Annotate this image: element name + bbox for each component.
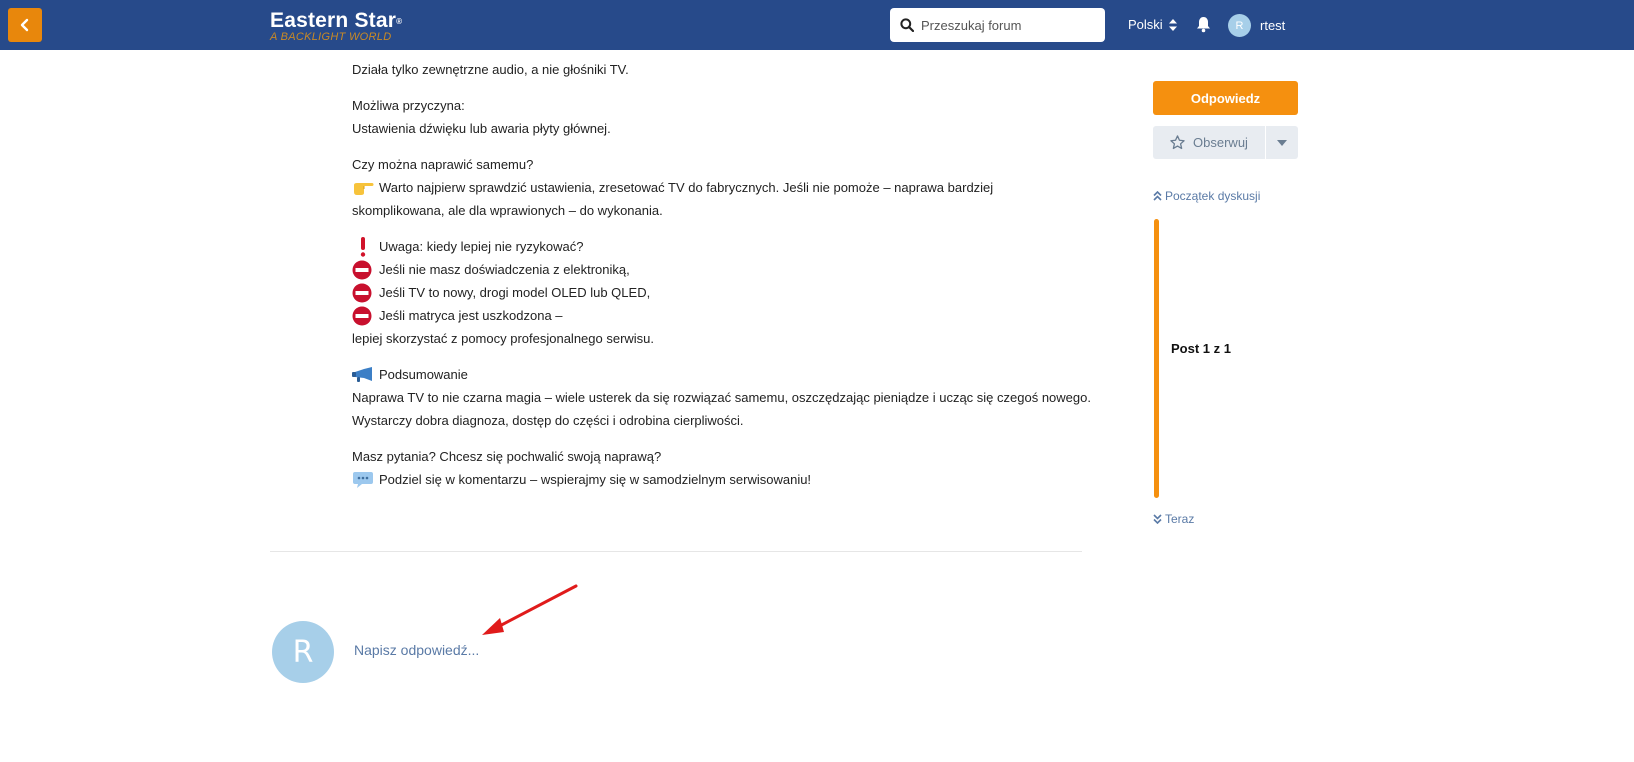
no-entry-icon [352, 306, 374, 326]
post-body: Działa tylko zewnętrzne audio, a nie gło… [352, 58, 1092, 504]
search-input[interactable] [921, 17, 1091, 33]
follow-label: Obserwuj [1193, 135, 1248, 150]
post-text: Czy można naprawić samemu? [352, 157, 534, 172]
exclamation-icon [352, 236, 374, 257]
site-logo[interactable]: Eastern Star® A BACKLIGHT WORLD [270, 10, 420, 44]
post-text: Warto najpierw sprawdzić ustawienia, zre… [379, 180, 994, 195]
chevron-left-icon [20, 18, 29, 32]
caret-down-icon [1277, 139, 1287, 146]
post-text: Jeśli TV to nowy, drogi model OLED lub Q… [379, 285, 651, 300]
post-divider [270, 551, 1082, 552]
post-text: Masz pytania? Chcesz się pochwalić swoją… [352, 449, 662, 464]
follow-button[interactable]: Obserwuj [1153, 126, 1265, 159]
notifications-button[interactable] [1196, 16, 1211, 38]
username: rtest [1260, 18, 1286, 33]
language-selector[interactable]: Polski [1128, 17, 1177, 32]
top-header: Eastern Star® A BACKLIGHT WORLD Polski R… [0, 0, 1634, 50]
scrubber-handle[interactable] [1154, 219, 1159, 498]
double-chevron-down-icon [1153, 514, 1162, 524]
double-chevron-up-icon [1153, 191, 1162, 201]
post-text: skomplikowana, ale dla wprawionych – do … [352, 203, 663, 218]
search-box[interactable] [890, 8, 1105, 42]
reply-avatar: R [272, 621, 334, 683]
post-paragraph: Możliwa przyczyna: Ustawienia dźwięku lu… [352, 94, 1092, 140]
language-label: Polski [1128, 17, 1163, 32]
follow-dropdown-button[interactable] [1266, 126, 1298, 159]
speech-bubble-icon [352, 470, 374, 490]
no-entry-icon [352, 283, 374, 303]
post-text: Podsumowanie [379, 367, 468, 382]
logo-title: Eastern Star [270, 9, 397, 32]
star-icon [1170, 135, 1185, 150]
reply-button[interactable]: Odpowiedz [1153, 81, 1298, 115]
post-text: Możliwa przyczyna: [352, 98, 465, 113]
scrubber-last-label: Teraz [1165, 512, 1195, 526]
scrubber-first-label: Początek dyskusji [1165, 189, 1261, 203]
annotation-arrow-icon [482, 584, 578, 635]
bell-icon [1197, 17, 1210, 33]
back-button[interactable] [8, 8, 42, 42]
post-text: Podziel się w komentarzu – wspierajmy si… [379, 472, 812, 487]
scrubber-last[interactable]: Teraz [1153, 512, 1194, 526]
logo-tagline: A BACKLIGHT WORLD [270, 31, 392, 43]
registered-mark: ® [396, 17, 403, 26]
sort-arrows-icon [1168, 18, 1177, 31]
post-paragraph: Masz pytania? Chcesz się pochwalić swoją… [352, 445, 1092, 491]
post-text: lepiej skorzystać z pomocy profesjonalne… [352, 331, 655, 346]
megaphone-icon [352, 365, 374, 385]
post-text: Naprawa TV to nie czarna magia – wiele u… [352, 390, 1091, 405]
user-avatar: R [1228, 14, 1251, 37]
pointing-hand-icon [352, 178, 374, 198]
post-text: Uwaga: kiedy lepiej nie ryzykować? [379, 239, 584, 254]
post-text: Jeśli nie masz doświadczenia z elektroni… [379, 262, 630, 277]
post-text: Działa tylko zewnętrzne audio, a nie gło… [352, 62, 629, 77]
no-entry-icon [352, 260, 374, 280]
post-paragraph: Podsumowanie Naprawa TV to nie czarna ma… [352, 363, 1092, 432]
scrubber-position-label: Post 1 z 1 [1171, 341, 1231, 356]
post-text: Ustawienia dźwięku lub awaria płyty głów… [352, 121, 611, 136]
reply-input-placeholder[interactable]: Napisz odpowiedź... [354, 642, 479, 658]
search-icon [900, 18, 914, 32]
post-paragraph: Działa tylko zewnętrzne audio, a nie gło… [352, 58, 1092, 81]
user-menu[interactable]: R rtest [1228, 14, 1285, 37]
post-text: Jeśli matryca jest uszkodzona – [379, 308, 563, 323]
post-paragraph: Uwaga: kiedy lepiej nie ryzykować? Jeśli… [352, 235, 1092, 350]
scrubber-first[interactable]: Początek dyskusji [1153, 189, 1260, 203]
post-paragraph: Czy można naprawić samemu? Warto najpier… [352, 153, 1092, 222]
post-text: Wystarczy dobra diagnoza, dostęp do częś… [352, 413, 744, 428]
